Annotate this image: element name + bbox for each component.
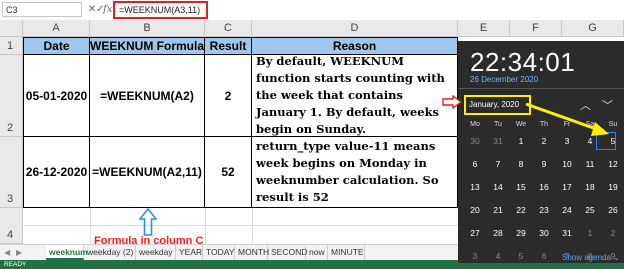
status-text: READY bbox=[4, 261, 27, 268]
calendar-day[interactable]: 9 bbox=[533, 159, 555, 169]
calendar-day[interactable]: 11 bbox=[579, 159, 601, 169]
calendar-day[interactable]: 22 bbox=[510, 205, 532, 215]
row-header-4[interactable]: 4 bbox=[0, 208, 23, 244]
column-header-g[interactable]: G bbox=[562, 20, 624, 37]
calendar-flyout: 22:34:01 26 December 2020 January, 2020 … bbox=[458, 41, 624, 263]
sheet-tab-now[interactable]: now bbox=[306, 245, 328, 260]
sheet-tab-weekday[interactable]: weekday bbox=[136, 245, 176, 260]
scroll-left-icon[interactable]: ◀ bbox=[4, 245, 10, 260]
select-all-corner[interactable] bbox=[0, 20, 23, 37]
month-year-label[interactable]: January, 2020 bbox=[464, 95, 531, 115]
sheet-tab-minute[interactable]: MINUTE bbox=[328, 245, 365, 260]
gridline bbox=[252, 208, 253, 244]
calendar-day[interactable]: 10 bbox=[556, 159, 578, 169]
cell-result[interactable]: 52 bbox=[205, 137, 252, 208]
calendar-day[interactable]: 14 bbox=[487, 182, 509, 192]
column-header-f[interactable]: F bbox=[510, 20, 562, 37]
calendar-day[interactable]: 19 bbox=[602, 182, 624, 192]
sheet-tab-year[interactable]: YEAR bbox=[176, 245, 203, 260]
calendar-day[interactable]: 25 bbox=[579, 205, 601, 215]
sheet-tab-month[interactable]: MONTH bbox=[235, 245, 269, 260]
calendar-day[interactable]: 4 bbox=[487, 251, 509, 261]
row-number: 3 bbox=[7, 193, 14, 205]
calendar-day[interactable]: 17 bbox=[556, 182, 578, 192]
sheet-tab-weeknum[interactable]: weeknum bbox=[46, 245, 88, 260]
sheet-tab-weekday-2[interactable]: weekday (2) bbox=[84, 245, 136, 260]
calendar-day[interactable]: 20 bbox=[464, 205, 486, 215]
calendar-day[interactable]: 26 bbox=[602, 205, 624, 215]
calendar-day[interactable]: 15 bbox=[510, 182, 532, 192]
calendar-day[interactable]: 31 bbox=[556, 228, 578, 238]
calendar-day[interactable]: 29 bbox=[510, 228, 532, 238]
calendar-day[interactable]: 30 bbox=[533, 228, 555, 238]
header-formula[interactable]: WEEKNUM Formula bbox=[90, 37, 205, 55]
weekday-label: Tu bbox=[494, 121, 502, 128]
column-header-e[interactable]: E bbox=[458, 20, 510, 37]
cell-result[interactable]: 2 bbox=[205, 55, 252, 137]
yellow-arrow-annotation-icon bbox=[525, 102, 609, 136]
row-header-3[interactable]: 3 bbox=[0, 137, 23, 208]
right-arrow-annotation-icon bbox=[442, 95, 462, 109]
column-header-d[interactable]: D bbox=[252, 20, 458, 37]
divider bbox=[458, 88, 624, 89]
insert-function-icon[interactable]: fx bbox=[103, 2, 112, 17]
header-result[interactable]: Result bbox=[205, 37, 252, 55]
calendar-day[interactable]: 24 bbox=[556, 205, 578, 215]
formula-bar: C3 ✕ ✓ fx =WEEKNUM(A3,11) bbox=[0, 0, 624, 21]
cell-date[interactable]: 05-01-2020 bbox=[23, 55, 90, 137]
calendar-day[interactable]: 23 bbox=[533, 205, 555, 215]
calendar-day[interactable]: 31 bbox=[487, 136, 509, 146]
row-number: 1 bbox=[7, 40, 14, 52]
gridline bbox=[90, 208, 91, 244]
gridline bbox=[205, 208, 206, 244]
calendar-day[interactable]: 6 bbox=[464, 159, 486, 169]
row-header-2[interactable]: 2 bbox=[0, 55, 23, 137]
show-agenda-link[interactable]: Show agenda ⌄ bbox=[562, 253, 620, 262]
sheet-tab-second[interactable]: SECOND bbox=[268, 245, 307, 260]
sheet-tab-today[interactable]: TODAY bbox=[203, 245, 235, 260]
calendar-day[interactable]: 16 bbox=[533, 182, 555, 192]
cell-formula[interactable]: =WEEKNUM(A2,11) bbox=[90, 137, 205, 208]
up-arrow-annotation-icon bbox=[139, 208, 157, 236]
column-header-b[interactable]: B bbox=[90, 20, 205, 37]
row-number: 2 bbox=[7, 122, 14, 134]
calendar-day[interactable]: 28 bbox=[487, 228, 509, 238]
calendar-day[interactable]: 1 bbox=[579, 228, 601, 238]
current-date-link[interactable]: 26 December 2020 bbox=[470, 75, 538, 84]
weekday-label: Mo bbox=[470, 121, 480, 128]
gridline bbox=[23, 225, 458, 226]
formula-input[interactable]: =WEEKNUM(A3,11) bbox=[113, 1, 208, 19]
calendar-day[interactable]: 27 bbox=[464, 228, 486, 238]
calendar-day[interactable]: 2 bbox=[602, 228, 624, 238]
calendar-day[interactable]: 13 bbox=[464, 182, 486, 192]
calendar-day[interactable]: 5 bbox=[510, 251, 532, 261]
column-header-a[interactable]: A bbox=[23, 20, 90, 37]
cell-reason[interactable]: By default, WEEKNUM function starts coun… bbox=[252, 54, 458, 137]
calendar-day[interactable]: 21 bbox=[487, 205, 509, 215]
calendar-day[interactable]: 18 bbox=[579, 182, 601, 192]
name-box[interactable]: C3 bbox=[2, 2, 82, 17]
row-header-1[interactable]: 1 bbox=[0, 37, 23, 55]
cell-reason[interactable]: return_type value-11 means week begins o… bbox=[252, 137, 458, 208]
calendar-day[interactable]: 30 bbox=[464, 136, 486, 146]
calendar-day[interactable]: 7 bbox=[487, 159, 509, 169]
column-header-c[interactable]: C bbox=[205, 20, 252, 37]
calendar-day[interactable]: 8 bbox=[510, 159, 532, 169]
cell-formula[interactable]: =WEEKNUM(A2) bbox=[90, 55, 205, 137]
row-number: 4 bbox=[7, 229, 14, 241]
calendar-day[interactable]: 6 bbox=[533, 251, 555, 261]
cell-date[interactable]: 26-12-2020 bbox=[23, 137, 90, 208]
calendar-day[interactable]: 3 bbox=[464, 251, 486, 261]
scroll-right-icon[interactable]: ▶ bbox=[16, 245, 22, 260]
header-date[interactable]: Date bbox=[23, 37, 90, 55]
calendar-day[interactable]: 12 bbox=[602, 159, 624, 169]
clock-time: 22:34:01 bbox=[470, 47, 576, 77]
